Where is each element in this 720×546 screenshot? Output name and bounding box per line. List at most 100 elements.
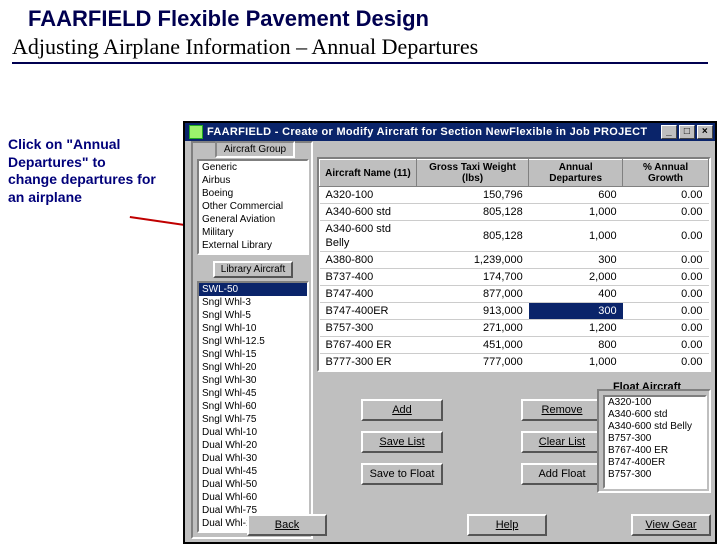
table-row[interactable]: B747-400877,0004000.00 [320,286,709,303]
library-item[interactable]: Sngl Whl-3 [199,296,307,309]
table-header[interactable]: Annual Departures [529,160,623,187]
back-button[interactable]: Back [247,514,327,536]
aircraft-table[interactable]: Aircraft Name (11)Gross Taxi Weight (lbs… [317,157,711,372]
library-item[interactable]: Sngl Whl-12.5 [199,335,307,348]
group-item[interactable]: Airbus [199,174,307,187]
table-row[interactable]: B737-400174,7002,0000.00 [320,269,709,286]
group-item[interactable]: Other Commercial [199,200,307,213]
table-cell[interactable]: 0.00 [623,252,709,269]
table-row[interactable]: B777-300 ER777,0001,0000.00 [320,354,709,371]
table-cell[interactable]: 0.00 [623,320,709,337]
table-cell[interactable]: 877,000 [416,286,528,303]
save-list-button[interactable]: Save List [361,431,443,453]
table-cell[interactable]: B747-400 [320,286,417,303]
library-item[interactable]: Sngl Whl-20 [199,361,307,374]
table-cell[interactable]: 2,000 [529,269,623,286]
table-cell[interactable]: A340-600 std [320,204,417,221]
library-item[interactable]: Dual Whl-60 [199,491,307,504]
table-cell[interactable]: A340-600 std Belly [320,221,417,252]
library-item[interactable]: Sngl Whl-60 [199,400,307,413]
library-aircraft-listbox[interactable]: SWL-50Sngl Whl-3Sngl Whl-5Sngl Whl-10Sng… [197,281,309,533]
table-cell[interactable]: 0.00 [623,187,709,204]
table-header[interactable]: % Annual Growth [623,160,709,187]
table-cell[interactable]: 271,000 [416,320,528,337]
table-cell[interactable]: 451,000 [416,337,528,354]
library-item[interactable]: Sngl Whl-30 [199,374,307,387]
add-float-button[interactable]: Add Float [521,463,603,485]
float-item[interactable]: B757-300 [605,433,705,445]
table-row[interactable]: B757-300271,0001,2000.00 [320,320,709,337]
table-cell[interactable]: B777-300 ER [320,354,417,371]
table-cell[interactable]: B767-400 ER [320,337,417,354]
library-item[interactable]: Sngl Whl-5 [199,309,307,322]
table-cell[interactable]: B747-400ER [320,303,417,320]
table-cell[interactable]: 1,000 [529,204,623,221]
library-item[interactable]: Sngl Whl-45 [199,387,307,400]
float-item[interactable]: B757-300 [605,469,705,481]
table-row[interactable]: B747-400ER913,0003000.00 [320,303,709,320]
table-cell[interactable]: 0.00 [623,303,709,320]
table-cell[interactable]: 1,000 [529,221,623,252]
float-item[interactable]: A340-600 std [605,409,705,421]
table-cell[interactable]: B737-400 [320,269,417,286]
table-cell[interactable]: 0.00 [623,221,709,252]
table-row[interactable]: A340-600 std Belly805,1281,0000.00 [320,221,709,252]
library-item[interactable]: Sngl Whl-75 [199,413,307,426]
table-cell[interactable]: 800 [529,337,623,354]
library-item[interactable]: Dual Whl-10 [199,426,307,439]
table-cell[interactable]: 174,700 [416,269,528,286]
table-cell[interactable]: 300 [529,303,623,320]
table-cell[interactable]: B757-300 [320,320,417,337]
table-header[interactable]: Aircraft Name (11) [320,160,417,187]
library-item[interactable]: Sngl Whl-15 [199,348,307,361]
float-aircraft-listbox[interactable]: A320-100A340-600 stdA340-600 std BellyB7… [603,395,707,489]
view-gear-button[interactable]: View Gear [631,514,711,536]
table-cell[interactable]: 1,200 [529,320,623,337]
table-cell[interactable]: 805,128 [416,204,528,221]
table-cell[interactable]: 1,000 [529,354,623,371]
minimize-button[interactable]: _ [661,125,677,139]
table-cell[interactable]: A380-800 [320,252,417,269]
remove-button[interactable]: Remove [521,399,603,421]
table-header[interactable]: Gross Taxi Weight (lbs) [416,160,528,187]
table-row[interactable]: B767-400 ER451,0008000.00 [320,337,709,354]
float-item[interactable]: A340-600 std Belly [605,421,705,433]
library-item[interactable]: Dual Whl-45 [199,465,307,478]
table-cell[interactable]: 0.00 [623,204,709,221]
table-cell[interactable]: 300 [529,252,623,269]
table-cell[interactable]: 0.00 [623,337,709,354]
group-item[interactable]: External Library [199,239,307,252]
maximize-button[interactable]: □ [679,125,695,139]
library-item[interactable]: Sngl Whl-10 [199,322,307,335]
table-cell[interactable]: 0.00 [623,269,709,286]
aircraft-group-listbox[interactable]: GenericAirbusBoeingOther CommercialGener… [197,159,309,255]
table-cell[interactable]: 0.00 [623,286,709,303]
group-item[interactable]: Military [199,226,307,239]
table-row[interactable]: A380-8001,239,0003000.00 [320,252,709,269]
group-item[interactable]: Boeing [199,187,307,200]
group-item[interactable]: Generic [199,161,307,174]
table-cell[interactable]: A320-100 [320,187,417,204]
table-cell[interactable]: 805,128 [416,221,528,252]
table-cell[interactable]: 777,000 [416,354,528,371]
table-cell[interactable]: 600 [529,187,623,204]
save-to-float-button[interactable]: Save to Float [361,463,443,485]
help-button[interactable]: Help [467,514,547,536]
library-item[interactable]: Dual Whl-50 [199,478,307,491]
table-cell[interactable]: 913,000 [416,303,528,320]
table-cell[interactable]: 400 [529,286,623,303]
float-item[interactable]: A320-100 [605,397,705,409]
library-item[interactable]: Dual Whl-20 [199,439,307,452]
library-item[interactable]: Dual Whl-30 [199,452,307,465]
library-item[interactable]: SWL-50 [199,283,307,296]
table-cell[interactable]: 0.00 [623,354,709,371]
float-item[interactable]: B767-400 ER [605,445,705,457]
close-button[interactable]: × [697,125,713,139]
table-row[interactable]: A320-100150,7966000.00 [320,187,709,204]
group-item[interactable]: General Aviation [199,213,307,226]
clear-list-button[interactable]: Clear List [521,431,603,453]
table-row[interactable]: A340-600 std805,1281,0000.00 [320,204,709,221]
float-item[interactable]: B747-400ER [605,457,705,469]
add-button[interactable]: Add [361,399,443,421]
table-cell[interactable]: 1,239,000 [416,252,528,269]
